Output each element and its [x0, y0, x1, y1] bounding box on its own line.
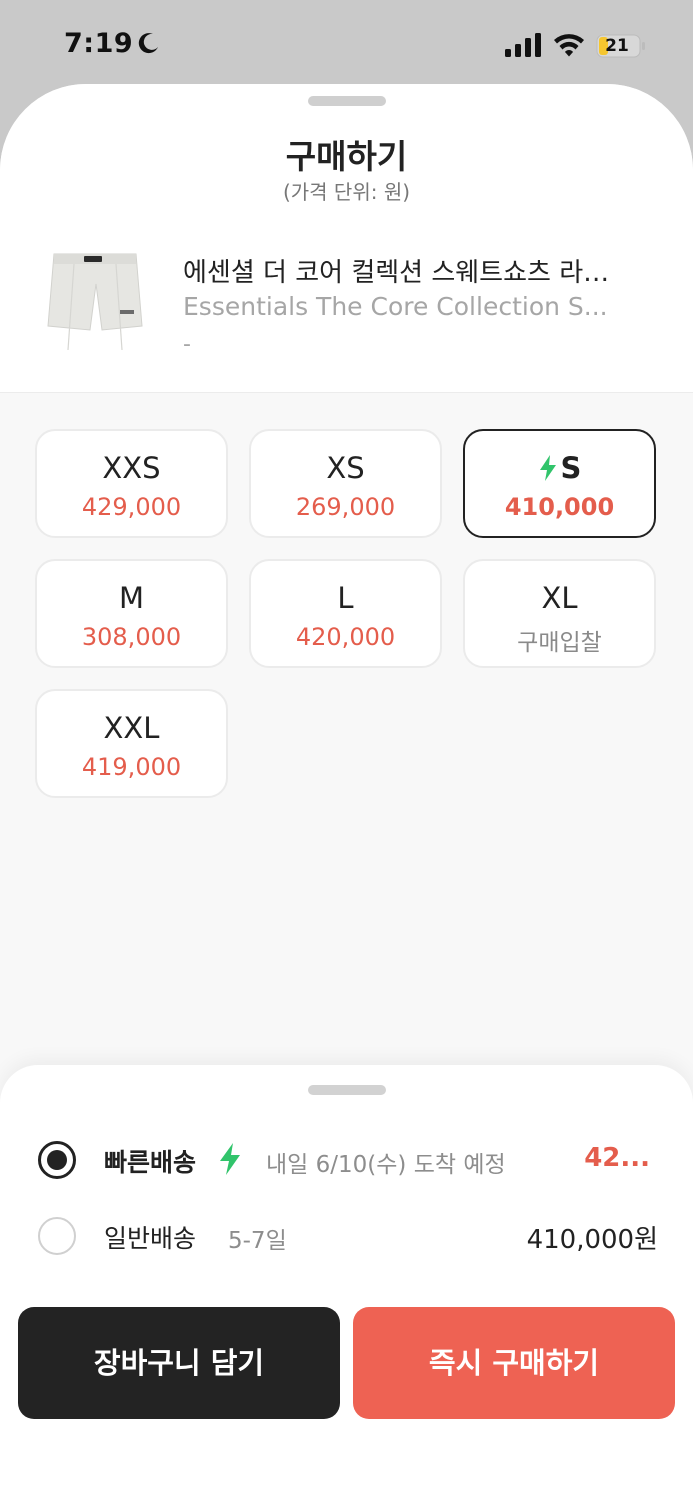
- size-price: 269,000: [295, 493, 396, 521]
- size-label: XL: [541, 581, 578, 615]
- size-label: L: [337, 581, 354, 615]
- size-price: 429,000: [81, 493, 182, 521]
- screen: 7:19 21 구매하기 (가격 단위: 원) 에센셜 더 코어 컬렉션 스웨트…: [0, 0, 693, 1500]
- shipping-description: 내일 6/10(수) 도착 예정: [266, 1152, 506, 1178]
- size-option-s[interactable]: S 410,000: [463, 429, 656, 538]
- size-option-xxl[interactable]: XXL 419,000: [35, 689, 228, 798]
- product-image: [47, 253, 143, 351]
- size-price: 419,000: [81, 753, 182, 781]
- radio-normal-shipping[interactable]: [38, 1217, 76, 1255]
- sheet-header: 구매하기 (가격 단위: 원) 에센셜 더 코어 컬렉션 스웨트쇼츠 라… Es…: [0, 84, 693, 393]
- size-option-xl[interactable]: XL 구매입찰: [463, 559, 656, 668]
- moon-icon: [138, 33, 158, 54]
- size-option-xxs[interactable]: XXS 429,000: [35, 429, 228, 538]
- size-label: M: [118, 581, 145, 615]
- product-name-korean: 에센셜 더 코어 컬렉션 스웨트쇼츠 라…: [183, 258, 610, 288]
- status-time: 7:19: [64, 28, 134, 59]
- fast-delivery-bolt-icon: [220, 1143, 240, 1175]
- size-label: XS: [326, 451, 365, 485]
- sheet-grabber[interactable]: [308, 96, 386, 106]
- shipping-name: 빠른배송: [104, 1148, 197, 1177]
- size-price: 420,000: [295, 623, 396, 651]
- size-label-row: S: [465, 451, 654, 485]
- product-name-english: Essentials The Core Collection S...: [183, 292, 608, 321]
- size-option-xs[interactable]: XS 269,000: [249, 429, 442, 538]
- add-to-cart-button[interactable]: 장바구니 담기: [18, 1307, 340, 1419]
- size-label: XXS: [102, 451, 161, 485]
- size-option-m[interactable]: M 308,000: [35, 559, 228, 668]
- buy-now-button[interactable]: 즉시 구매하기: [353, 1307, 675, 1419]
- cellular-signal-icon: [505, 33, 541, 57]
- shipping-description: 5-7일: [228, 1228, 287, 1254]
- panel-grabber[interactable]: [308, 1085, 386, 1095]
- checkout-panel: 빠른배송 내일 6/10(수) 도착 예정 42... 일반배송 5-7일 41…: [0, 1065, 693, 1500]
- battery-level: 21: [605, 36, 629, 56]
- size-option-l[interactable]: L 420,000: [249, 559, 442, 668]
- size-price: 410,000: [504, 493, 615, 521]
- shipping-price: 410,000원: [526, 1225, 658, 1255]
- wifi-icon: [554, 34, 584, 57]
- shipping-name: 일반배송: [104, 1224, 197, 1253]
- fast-delivery-bolt-icon: [539, 455, 556, 481]
- status-bar: 7:19 21: [0, 0, 693, 86]
- shipping-price: 42...: [584, 1143, 650, 1173]
- radio-fast-shipping[interactable]: [38, 1141, 76, 1179]
- size-price: 308,000: [81, 623, 182, 651]
- size-label: S: [560, 451, 582, 485]
- shipping-option-fast[interactable]: 빠른배송 내일 6/10(수) 도착 예정 42...: [38, 1139, 658, 1185]
- shipping-option-normal[interactable]: 일반배송 5-7일 410,000원: [38, 1215, 658, 1261]
- product-option: -: [183, 332, 191, 357]
- size-price: 구매입찰: [517, 630, 602, 656]
- size-label: XXL: [103, 711, 160, 745]
- price-unit-note: (가격 단위: 원): [282, 180, 411, 204]
- sheet-title: 구매하기: [285, 137, 408, 176]
